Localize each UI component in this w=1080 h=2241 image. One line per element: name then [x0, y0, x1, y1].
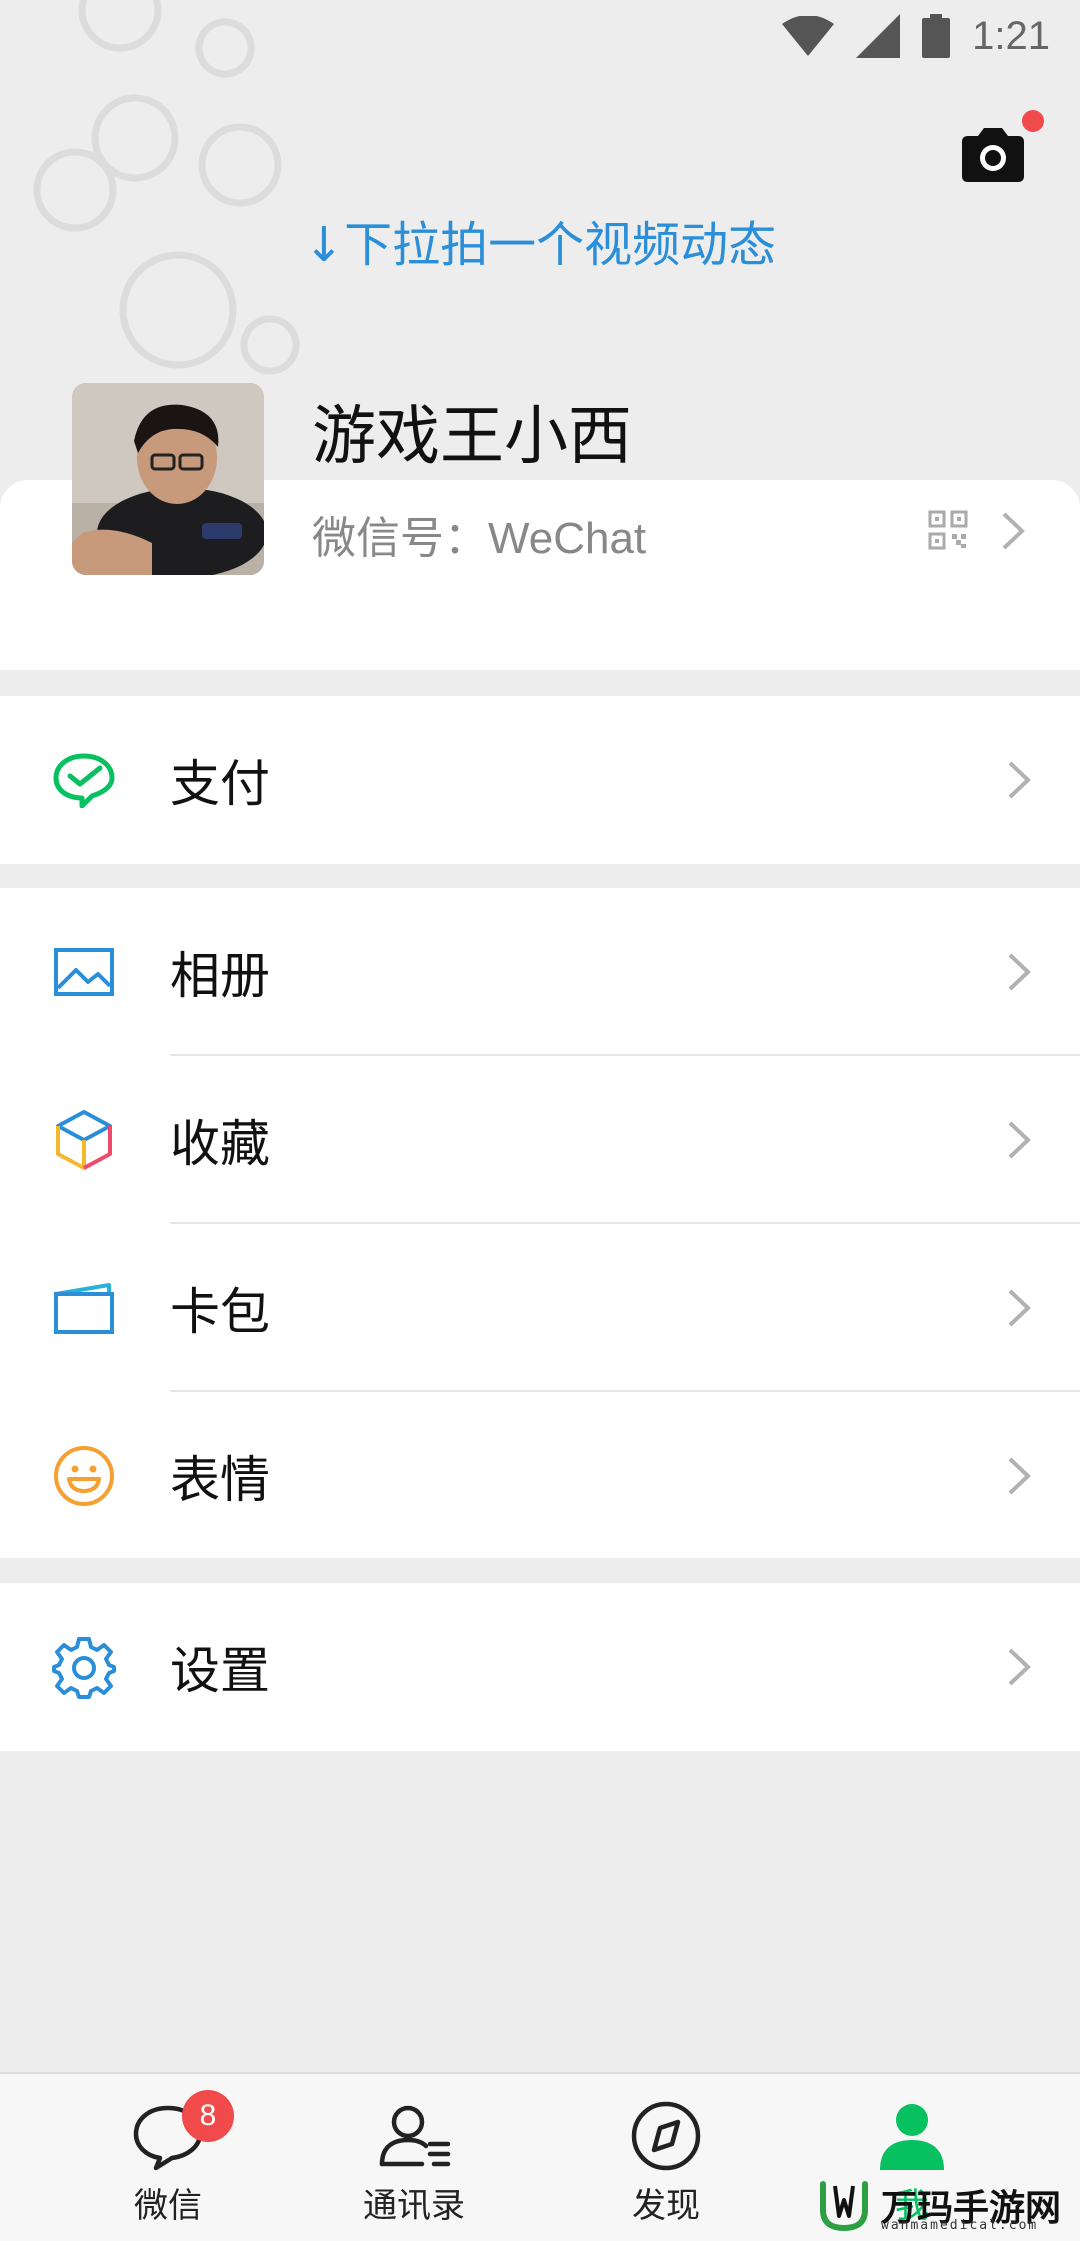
tab-chats[interactable]: 8 微信 [78, 2090, 258, 2227]
wechat-id-value: WeChat [488, 514, 647, 563]
card-wallet-icon [52, 1276, 116, 1340]
chevron-right-icon [1008, 1648, 1031, 1686]
album-icon [52, 940, 116, 1004]
wechat-id-label: 微信号： [312, 513, 488, 564]
camera-notification-dot [1022, 110, 1044, 132]
avatar[interactable] [72, 383, 264, 575]
settings-section: 设置 [0, 1583, 1080, 1751]
tab-contacts[interactable]: 通讯录 [324, 2100, 504, 2227]
tab-discover[interactable]: 发现 [576, 2100, 756, 2227]
gear-icon [52, 1635, 116, 1699]
compass-icon [626, 2100, 706, 2172]
services-section: 相册 收藏 卡包 表情 [0, 888, 1080, 1558]
favorites-cube-icon [52, 1108, 116, 1172]
menu-item-album[interactable]: 相册 [0, 888, 1080, 1056]
battery-icon [922, 14, 951, 58]
profile-chevron-right-icon [1002, 512, 1025, 550]
tab-chats-label: 微信 [134, 2186, 202, 2226]
chevron-right-icon [1008, 953, 1031, 991]
album-label: 相册 [170, 947, 270, 1005]
qr-code-icon[interactable] [928, 510, 968, 550]
menu-item-cards[interactable]: 卡包 [0, 1224, 1080, 1392]
stickers-label: 表情 [170, 1451, 270, 1509]
menu-item-favorites[interactable]: 收藏 [0, 1056, 1080, 1224]
decorative-bubbles [33, 0, 300, 375]
unread-badge: 8 [182, 2090, 234, 2142]
me-person-icon [872, 2100, 952, 2172]
chat-bubble-icon: 8 [128, 2090, 234, 2172]
cards-label: 卡包 [170, 1283, 270, 1341]
profile-nickname: 游戏王小西 [312, 400, 632, 474]
pay-section: 支付 [0, 696, 1080, 864]
pull-down-video-hint[interactable]: ↓下拉拍一个视频动态 [0, 205, 1080, 275]
menu-item-stickers[interactable]: 表情 [0, 1392, 1080, 1560]
smiley-icon [52, 1444, 116, 1508]
site-watermark: 万玛手游网 wanmamedical.com [815, 2168, 1080, 2241]
tab-contacts-label: 通讯录 [363, 2186, 465, 2226]
status-time: 1:21 [972, 13, 1050, 58]
settings-label: 设置 [170, 1642, 270, 1700]
contacts-icon [374, 2100, 454, 2172]
signal-icon [856, 14, 901, 58]
chevron-right-icon [1008, 1121, 1031, 1159]
menu-item-settings[interactable]: 设置 [0, 1583, 1080, 1751]
chevron-right-icon [1008, 1457, 1031, 1495]
pay-icon [52, 748, 116, 812]
menu-item-pay[interactable]: 支付 [0, 696, 1080, 864]
profile-wechat-id: 微信号：WeChat [312, 502, 646, 566]
wifi-icon [782, 16, 835, 56]
chevron-right-icon [1008, 1289, 1031, 1327]
avatar-photo [72, 383, 264, 575]
camera-icon[interactable] [958, 120, 1028, 190]
watermark-logo-icon [820, 2180, 868, 2231]
chevron-right-icon [1008, 761, 1031, 799]
tab-discover-label: 发现 [632, 2186, 700, 2226]
pay-label: 支付 [170, 755, 270, 813]
watermark-subtitle: wanmamedical.com [881, 2218, 1039, 2233]
favorites-label: 收藏 [170, 1115, 270, 1173]
